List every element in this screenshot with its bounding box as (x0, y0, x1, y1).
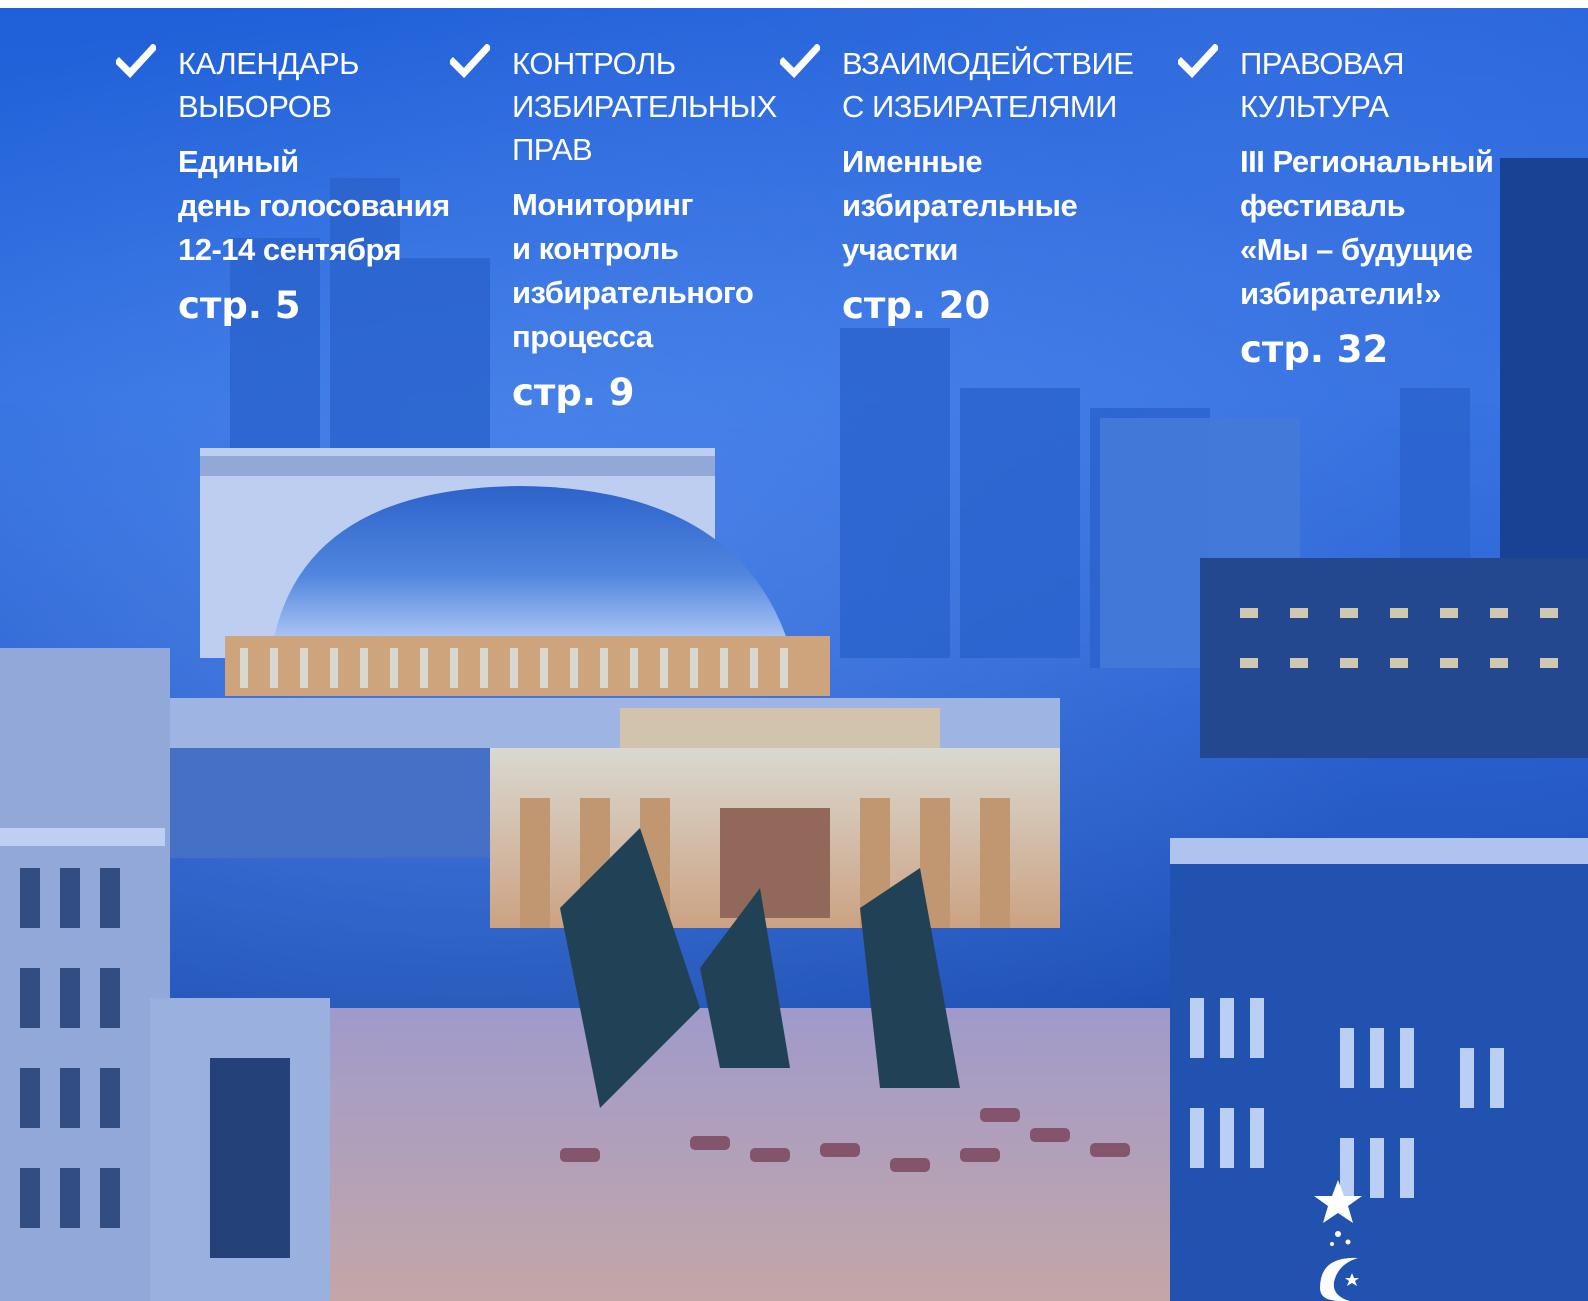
toc-item-election-calendar[interactable]: КАЛЕНДАРЬ ВЫБОРОВ Единый день голосовани… (116, 42, 468, 328)
check-icon (116, 44, 156, 78)
toc-page-number: стр. 5 (178, 284, 301, 327)
toc-category: КАЛЕНДАРЬ ВЫБОРОВ (178, 46, 360, 124)
toc-category: ПРАВОВАЯ КУЛЬТУРА (1240, 46, 1405, 124)
toc-title: III Региональный фестиваль «Мы – будущие… (1240, 144, 1494, 311)
toc-page-number: стр. 9 (512, 371, 635, 414)
toc-title: Единый день голосования 12-14 сентября (178, 144, 450, 267)
check-icon (450, 44, 490, 78)
toc-category: КОНТРОЛЬ ИЗБИРАТЕЛЬНЫХ ПРАВ (512, 46, 777, 167)
toc-item-legal-culture[interactable]: ПРАВОВАЯ КУЛЬТУРА III Региональный фести… (1178, 42, 1540, 372)
toc-category: ВЗАИМОДЕЙСТВИЕ С ИЗБИРАТЕЛЯМИ (842, 46, 1134, 124)
toc-title: Именные избирательные участки (842, 144, 1078, 267)
check-icon (1178, 44, 1218, 78)
toc-title: Мониторинг и контроль избирательного про… (512, 187, 754, 354)
toc-item-rights-control[interactable]: КОНТРОЛЬ ИЗБИРАТЕЛЬНЫХ ПРАВ Мониторинг и… (450, 42, 777, 415)
top-border (0, 0, 1588, 8)
toc-item-voter-interaction[interactable]: ВЗАИМОДЕЙСТВИЕ С ИЗБИРАТЕЛЯМИ Именные из… (780, 42, 1134, 328)
toc-page-number: стр. 32 (1240, 328, 1389, 371)
check-icon (780, 44, 820, 78)
star-logo-icon (1314, 1180, 1362, 1301)
toc-page-number: стр. 20 (842, 284, 991, 327)
